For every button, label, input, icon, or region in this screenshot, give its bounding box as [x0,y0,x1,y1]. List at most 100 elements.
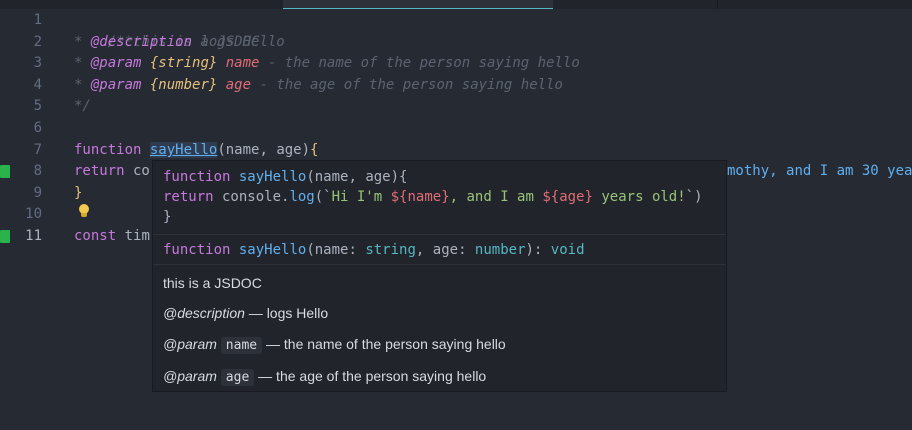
jsdoc-param-name: name [225,55,260,71]
function-args: (name, age) [217,142,311,158]
function-name-hovered[interactable]: sayHello [149,142,218,158]
line-number: 7 [33,142,42,158]
line-number: 9 [33,185,42,201]
comment-text: - the name of the person saying hello [259,55,580,71]
doc-description: @description — logs Hello [163,303,328,323]
line-number: 3 [33,55,42,71]
jsdoc-type: {number} [149,77,218,93]
code-line-9: } [74,182,82,204]
template-close: } [584,189,593,205]
keyword: const [74,228,117,244]
jsdoc-tag: @param [90,55,142,71]
git-added-marker[interactable] [0,165,10,178]
line-number: 4 [33,77,42,93]
code-fragment: (name, age){ [306,169,408,185]
template-open: ${ [542,189,560,205]
param-name: name [314,242,349,258]
brace: } [74,185,83,201]
code-line-4: * @param {number} age - the age of the p… [74,74,563,96]
param-name: age [432,242,459,258]
code-fragment: : [458,242,475,258]
string-fragment: , and I am 30 yea [769,163,912,179]
comment-star: * [74,55,91,71]
template-open: ${ [390,189,408,205]
keyword: function [74,142,142,158]
hover-source-line-1: function sayHello(name, age){ [163,167,407,187]
code-line-8: return co [74,160,150,182]
editor-tab-bar [0,0,912,9]
param-chip: name [220,337,263,354]
hover-divider [153,264,726,265]
param-chip: age [220,369,255,386]
comment-text: */ [74,98,91,114]
doc-tag: @param [163,368,217,384]
return-type: void [550,242,585,258]
lightbulb-icon[interactable] [78,204,90,218]
jsdoc-tag: @param [90,77,142,93]
code-fragment: , [415,242,433,258]
keyword: function [163,242,231,258]
lightbulb-base [81,213,87,217]
template-var: age [559,189,585,205]
jsdoc-param-name: age [225,77,252,93]
hover-source-line-2: return console.log(`Hi I'm ${name}, and … [163,187,703,207]
line-number: 6 [33,120,42,136]
hover-divider [153,234,726,235]
hover-tooltip: function sayHello(name, age){ return con… [152,160,727,392]
keyword: return [163,189,214,205]
brace: { [310,142,319,158]
jsdoc-type: {string} [149,55,218,71]
keyword: return [74,163,125,179]
code-line-7: function sayHello(name, age){ [74,139,318,161]
code-line-1: /**this is a JSDOC [74,9,260,50]
string-fragment: Hi I'm [331,189,391,205]
string-fragment: years old! [592,189,686,205]
code-line-11: const tim [74,225,150,247]
comment-star: * [74,34,91,50]
comment-text: - the age of the person saying hello [251,77,563,93]
code-line-3: * @param {string} name - the name of the… [74,52,580,74]
string-fragment: , and I am [449,189,543,205]
line-number-gutter: 1 2 3 4 5 6 7 8 9 10 11 [0,9,62,430]
code-fragment: : [348,242,366,258]
code-fragment: co [124,163,150,179]
code-line-5: */ [74,95,91,117]
doc-summary: this is a JSDOC [163,275,262,291]
hover-signature: function sayHello(name: string, age: num… [163,240,585,260]
doc-text: — the age of the person saying hello [254,368,487,384]
doc-param-name: @param name — the name of the person say… [163,334,506,354]
comment-star: * [74,77,91,93]
template-close: } [441,189,450,205]
code-line-2: * @description logs Hello [74,31,285,53]
code-fragment: } [163,209,172,225]
line-number: 5 [33,98,42,114]
code-fragment: `) [685,189,703,205]
code-fragment: console. [213,189,290,205]
param-type: string [365,242,416,258]
doc-param-age: @param age — the age of the person sayin… [163,366,486,386]
code-line-8-overflow: mothy, and I am 30 yea [727,160,912,182]
doc-text: — logs Hello [244,305,329,321]
code-fragment: (` [314,189,332,205]
keyword: function [163,169,231,185]
function-name: sayHello [238,242,307,258]
tab-separator [717,0,718,9]
hover-source-line-3: } [163,207,171,227]
doc-tag: @description [163,305,245,321]
jsdoc-tag: @description [90,34,193,50]
code-fragment: ): [525,242,551,258]
line-number: 10 [25,206,42,222]
line-number: 2 [33,34,42,50]
git-added-marker[interactable] [0,230,10,243]
function-name: sayHello [238,169,307,185]
code-fragment: ( [306,242,315,258]
method-name: log [289,189,315,205]
comment-text: logs Hello [192,34,285,50]
code-fragment: tim [116,228,150,244]
line-number: 1 [33,12,42,28]
param-type: number [474,242,526,258]
doc-text: — the name of the person saying hello [262,336,506,352]
template-var: name [407,189,442,205]
active-editor-tab[interactable] [283,0,553,9]
doc-tag: @param [163,336,217,352]
